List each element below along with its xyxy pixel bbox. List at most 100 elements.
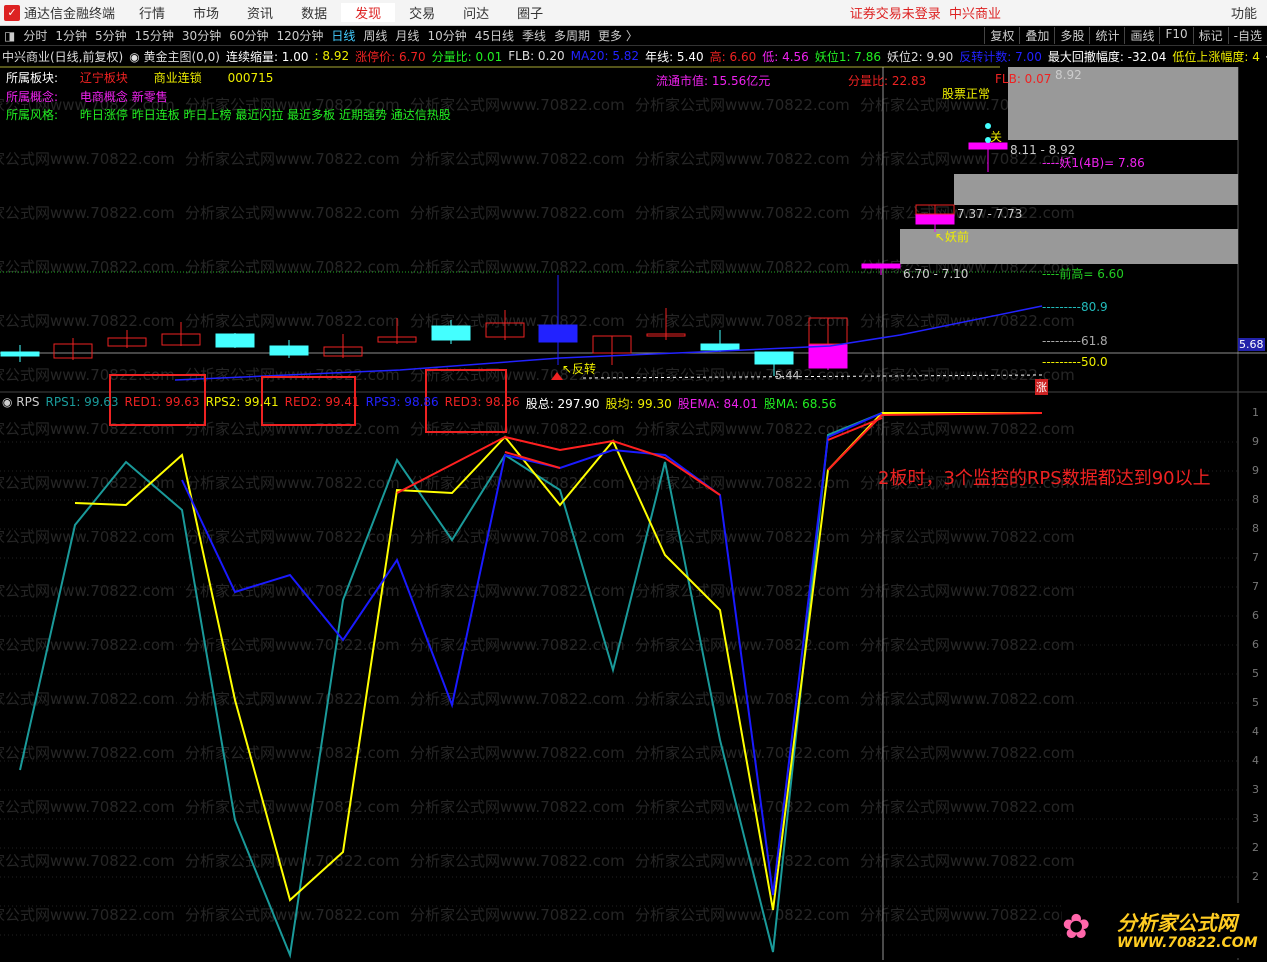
watermark: 分析家公式网www.70822.com <box>185 312 400 330</box>
watermark: 分析家公式网www.70822.com <box>185 582 400 600</box>
total-value: 股总: 297.90 <box>525 397 600 411</box>
range-label: 7.37 - 7.73 <box>957 207 1023 221</box>
flower-logo-icon: ✿ <box>1062 907 1091 947</box>
watermark: 分析家公式网www.70822.com <box>185 798 400 816</box>
annotation-text: 2板时，3个监控的RPS数据都达到90以上 <box>878 468 1211 489</box>
zone-box <box>954 174 1238 205</box>
axis-tick: 6 <box>1252 609 1259 622</box>
watermark: 分析家公式网www.70822.com <box>635 366 850 384</box>
watermark: 分析家公式网www.70822.com <box>185 150 400 168</box>
watermark: 分析家公式网www.70822.com <box>410 798 625 816</box>
watermark: 分析家公式网www.70822.com <box>635 852 850 870</box>
watermark: 分析家公式网www.70822.com <box>410 204 625 222</box>
watermark: 分析家公式网www.70822.com <box>410 852 625 870</box>
sector-block[interactable]: 商业连锁 <box>154 71 202 85</box>
candle-body <box>808 343 848 369</box>
watermark: 分析家公式网www.70822.com <box>860 798 1075 816</box>
fib-label: ---------50.0 <box>1042 355 1108 369</box>
axis-tick: 1 <box>1252 406 1259 419</box>
float-cap: 流通市值: 15.56亿元 <box>656 74 771 88</box>
sector-code: 000715 <box>227 71 274 85</box>
concept-row: 所属概念: 电商概念 新零售 <box>6 88 168 105</box>
axis-tick: 2 <box>1252 841 1259 854</box>
guan-label: 关 <box>990 130 1003 144</box>
candle-body <box>861 263 901 269</box>
candle-body <box>754 351 794 365</box>
axis-tick: 5 <box>1252 667 1259 680</box>
rps1-value: RPS1: 99.63 <box>45 395 119 409</box>
watermark: 分析家公式网www.70822.com <box>0 906 175 924</box>
watermark: 分析家公式网www.70822.com <box>185 744 400 762</box>
candle-body <box>0 351 40 357</box>
watermark: 分析家公式网www.70822.com <box>0 312 175 330</box>
fen-ratio: 分量比: 22.83 <box>848 74 927 88</box>
watermark: 分析家公式网www.70822.com <box>0 258 175 276</box>
watermark: 分析家公式网www.70822.com <box>410 150 625 168</box>
range-label: 6.70 - 7.10 <box>903 267 969 281</box>
watermark: 分析家公式网www.70822.com <box>635 96 850 114</box>
watermark: 分析家公式网www.70822.com <box>0 528 175 546</box>
candle-body <box>700 343 740 351</box>
axis-tick: 8 <box>1252 493 1259 506</box>
top-price: 8.92 <box>1055 68 1082 82</box>
watermark: 分析家公式网www.70822.com <box>635 204 850 222</box>
sector-row: 所属板块: 辽宁板块 商业连锁 000715 <box>6 69 273 86</box>
candle-body <box>538 324 578 343</box>
sector-block[interactable]: 辽宁板块 <box>80 71 128 85</box>
watermark: 分析家公式网www.70822.com <box>0 150 175 168</box>
watermark: 分析家公式网www.70822.com <box>0 420 175 438</box>
watermark: 分析家公式网www.70822.com <box>860 528 1075 546</box>
brand-name: 分析家公式网 <box>1117 911 1237 935</box>
axis-tick: 4 <box>1252 725 1259 738</box>
watermark: 分析家公式网www.70822.com <box>635 798 850 816</box>
avg-value: 股均: 99.30 <box>605 397 672 411</box>
watermark: 分析家公式网www.70822.com <box>635 420 850 438</box>
watermark: 分析家公式网www.70822.com <box>0 474 175 492</box>
watermark: 分析家公式网www.70822.com <box>635 690 850 708</box>
watermark: 分析家公式网www.70822.com <box>635 744 850 762</box>
watermark: 分析家公式网www.70822.com <box>635 150 850 168</box>
concept-label: 所属概念: <box>6 90 59 104</box>
style-values[interactable]: 昨日涨停 昨日连板 昨日上榜 最近闪拉 最近多板 近期强势 通达信热股 <box>80 108 451 122</box>
axis-tick: 3 <box>1252 783 1259 796</box>
fib-label: ---------61.8 <box>1042 334 1108 348</box>
watermark: 分析家公式网www.70822.com <box>635 312 850 330</box>
prev-high-label: ----前高= 6.60 <box>1042 267 1124 281</box>
concept-values[interactable]: 电商概念 新零售 <box>80 90 168 104</box>
limit-up-badge: 涨 <box>1035 379 1048 395</box>
stock-status: 股票正常 <box>942 87 991 101</box>
brand-url: WWW.70822.COM <box>1117 935 1258 951</box>
watermark: 分析家公式网www.70822.com <box>185 852 400 870</box>
watermark: 分析家公式网www.70822.com <box>185 420 400 438</box>
watermark: 分析家公式网www.70822.com <box>410 420 625 438</box>
candle-body <box>431 325 471 341</box>
watermark: 分析家公式网www.70822.com <box>185 474 400 492</box>
rps-legend: ◉ RPS RPS1: 99.63 RED1: 99.63 RPS2: 99.4… <box>2 395 837 412</box>
watermark: 分析家公式网www.70822.com <box>860 906 1075 924</box>
candle-body <box>215 333 255 348</box>
fib-label: ---------80.9 <box>1042 300 1108 314</box>
axis-tick: 8 <box>1252 522 1259 535</box>
watermark: 分析家公式网www.70822.com <box>860 582 1075 600</box>
red1-value: RED1: 99.63 <box>124 395 200 409</box>
watermark: 分析家公式网www.70822.com <box>860 852 1075 870</box>
watermark: 分析家公式网www.70822.com <box>410 474 625 492</box>
watermark: 分析家公式网www.70822.com <box>860 420 1075 438</box>
watermark: 分析家公式网www.70822.com <box>410 690 625 708</box>
axis-tick: 2 <box>1252 870 1259 883</box>
watermark: 分析家公式网www.70822.com <box>0 798 175 816</box>
brand-logo: ✿ 分析家公式网 WWW.70822.COM <box>1062 903 1258 958</box>
rps2-value: RPS2: 99.41 <box>205 395 279 409</box>
axis-tick: 7 <box>1252 551 1259 564</box>
reverse-label: ↖反转 <box>562 362 597 376</box>
candle-body <box>269 345 309 356</box>
red3-value: RED3: 98.86 <box>444 395 520 409</box>
watermark: 分析家公式网www.70822.com <box>860 690 1075 708</box>
axis-tick: 7 <box>1252 580 1259 593</box>
rps-title[interactable]: ◉ RPS <box>2 395 40 412</box>
axis-tick: 3 <box>1252 812 1259 825</box>
watermark: 分析家公式网www.70822.com <box>635 258 850 276</box>
watermark: 分析家公式网www.70822.com <box>0 690 175 708</box>
watermark: 分析家公式网www.70822.com <box>410 528 625 546</box>
watermark: 分析家公式网www.70822.com <box>860 744 1075 762</box>
